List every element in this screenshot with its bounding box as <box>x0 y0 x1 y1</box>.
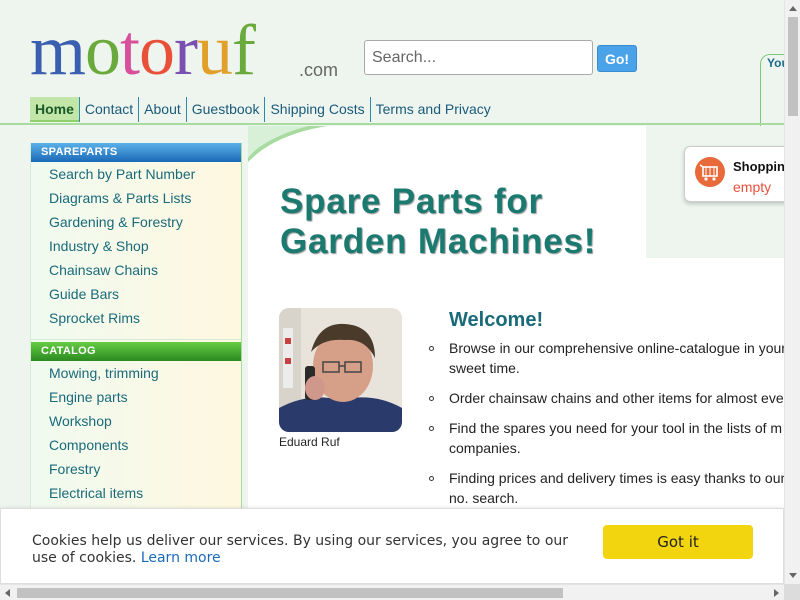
shopping-cart-box[interactable]: Shoppin empty <box>684 146 784 202</box>
list-item: Finding prices and delivery times is eas… <box>429 468 784 508</box>
sidebar-item-sprocket-rims[interactable]: Sprocket Rims <box>31 306 241 330</box>
horizontal-scroll-thumb[interactable] <box>17 588 563 598</box>
logo-dotcom: .com <box>299 60 339 80</box>
logo-letter: m <box>30 10 86 90</box>
logo-letter: t <box>120 10 140 90</box>
main-nav: Home Contact About Guestbook Shipping Co… <box>30 97 496 122</box>
logo-letter: r <box>174 10 198 90</box>
sidebar-item-industry[interactable]: Industry & Shop <box>31 234 241 258</box>
sidebar-item-forestry[interactable]: Forestry <box>31 457 241 481</box>
scroll-up-icon[interactable] <box>789 6 797 11</box>
cookie-banner: Cookies help us deliver our services. By… <box>0 508 784 584</box>
nav-shipping-costs[interactable]: Shipping Costs <box>264 97 369 122</box>
scroll-down-icon[interactable] <box>789 573 797 578</box>
sidebar-item-components[interactable]: Components <box>31 433 241 457</box>
site-header: motoruf .com Go! You Home Contact About … <box>0 0 790 126</box>
sidebar-item-workshop[interactable]: Workshop <box>31 409 241 433</box>
hero-title-line1: Spare Parts for <box>280 182 543 221</box>
scrollbar-corner <box>784 584 800 600</box>
sidebar-item-diagrams[interactable]: Diagrams & Parts Lists <box>31 186 241 210</box>
sidebar-item-mowing[interactable]: Mowing, trimming <box>31 361 241 385</box>
bullet-icon <box>429 396 434 401</box>
decorative-swoosh <box>248 126 328 162</box>
hero-title-line2: Garden Machines! <box>280 222 597 261</box>
scroll-left-icon[interactable] <box>5 589 10 597</box>
sidebar-item-electrical[interactable]: Electrical items <box>31 481 241 505</box>
logo-letter: f <box>232 10 256 90</box>
logo-letter: u <box>197 10 233 90</box>
bullet-icon <box>429 476 434 481</box>
welcome-title: Welcome! <box>449 309 544 331</box>
vertical-scrollbar[interactable] <box>784 0 800 584</box>
sidebar-divider <box>31 330 241 340</box>
sidebar-item-chainsaw-chains[interactable]: Chainsaw Chains <box>31 258 241 282</box>
list-item: Browse in our comprehensive online-catal… <box>429 338 784 378</box>
hero-title: Spare Parts for Garden Machines! <box>280 182 640 262</box>
bullet-icon <box>429 346 434 351</box>
nav-about[interactable]: About <box>138 97 186 122</box>
cart-status: empty <box>733 179 772 195</box>
vertical-scroll-thumb[interactable] <box>788 17 798 116</box>
nav-guestbook[interactable]: Guestbook <box>185 97 265 122</box>
nav-contact[interactable]: Contact <box>78 97 138 122</box>
list-item: Order chainsaw chains and other items fo… <box>429 388 784 408</box>
nav-home[interactable]: Home <box>30 97 79 122</box>
search-input[interactable] <box>364 40 593 75</box>
site-logo[interactable]: motoruf <box>30 14 256 86</box>
welcome-list: Browse in our comprehensive online-catal… <box>429 338 784 518</box>
bullet-icon <box>429 426 434 431</box>
header-divider <box>0 123 784 125</box>
shopping-cart-icon <box>695 157 725 187</box>
sidebar-item-engine-parts[interactable]: Engine parts <box>31 385 241 409</box>
logo-letter: o <box>85 10 121 90</box>
sidebar: SPAREPARTS Search by Part Number Diagram… <box>30 143 242 515</box>
search-go-button[interactable]: Go! <box>597 45 637 72</box>
list-item: Find the spares you need for your tool i… <box>429 418 784 458</box>
cookie-text: Cookies help us deliver our services. By… <box>32 533 569 566</box>
scroll-right-icon[interactable] <box>774 589 779 597</box>
photo-caption: Eduard Ruf <box>279 435 340 449</box>
cookie-accept-button[interactable]: Got it <box>603 525 753 559</box>
sidebar-heading-spareparts: SPAREPARTS <box>31 143 241 162</box>
sidebar-item-gardening[interactable]: Gardening & Forestry <box>31 210 241 234</box>
owner-photo <box>279 308 402 432</box>
nav-terms-privacy[interactable]: Terms and Privacy <box>369 97 496 122</box>
sidebar-heading-catalog: CATALOG <box>31 342 241 361</box>
sidebar-item-guide-bars[interactable]: Guide Bars <box>31 282 241 306</box>
cart-title: Shoppin <box>733 159 784 174</box>
horizontal-scrollbar[interactable] <box>0 584 784 600</box>
cookie-learn-more-link[interactable]: Learn more <box>141 550 221 566</box>
sidebar-item-search-part-number[interactable]: Search by Part Number <box>31 162 241 186</box>
logo-letter: o <box>139 10 175 90</box>
main-content: Shoppin empty Spare Parts for Garden Mac… <box>248 126 784 526</box>
